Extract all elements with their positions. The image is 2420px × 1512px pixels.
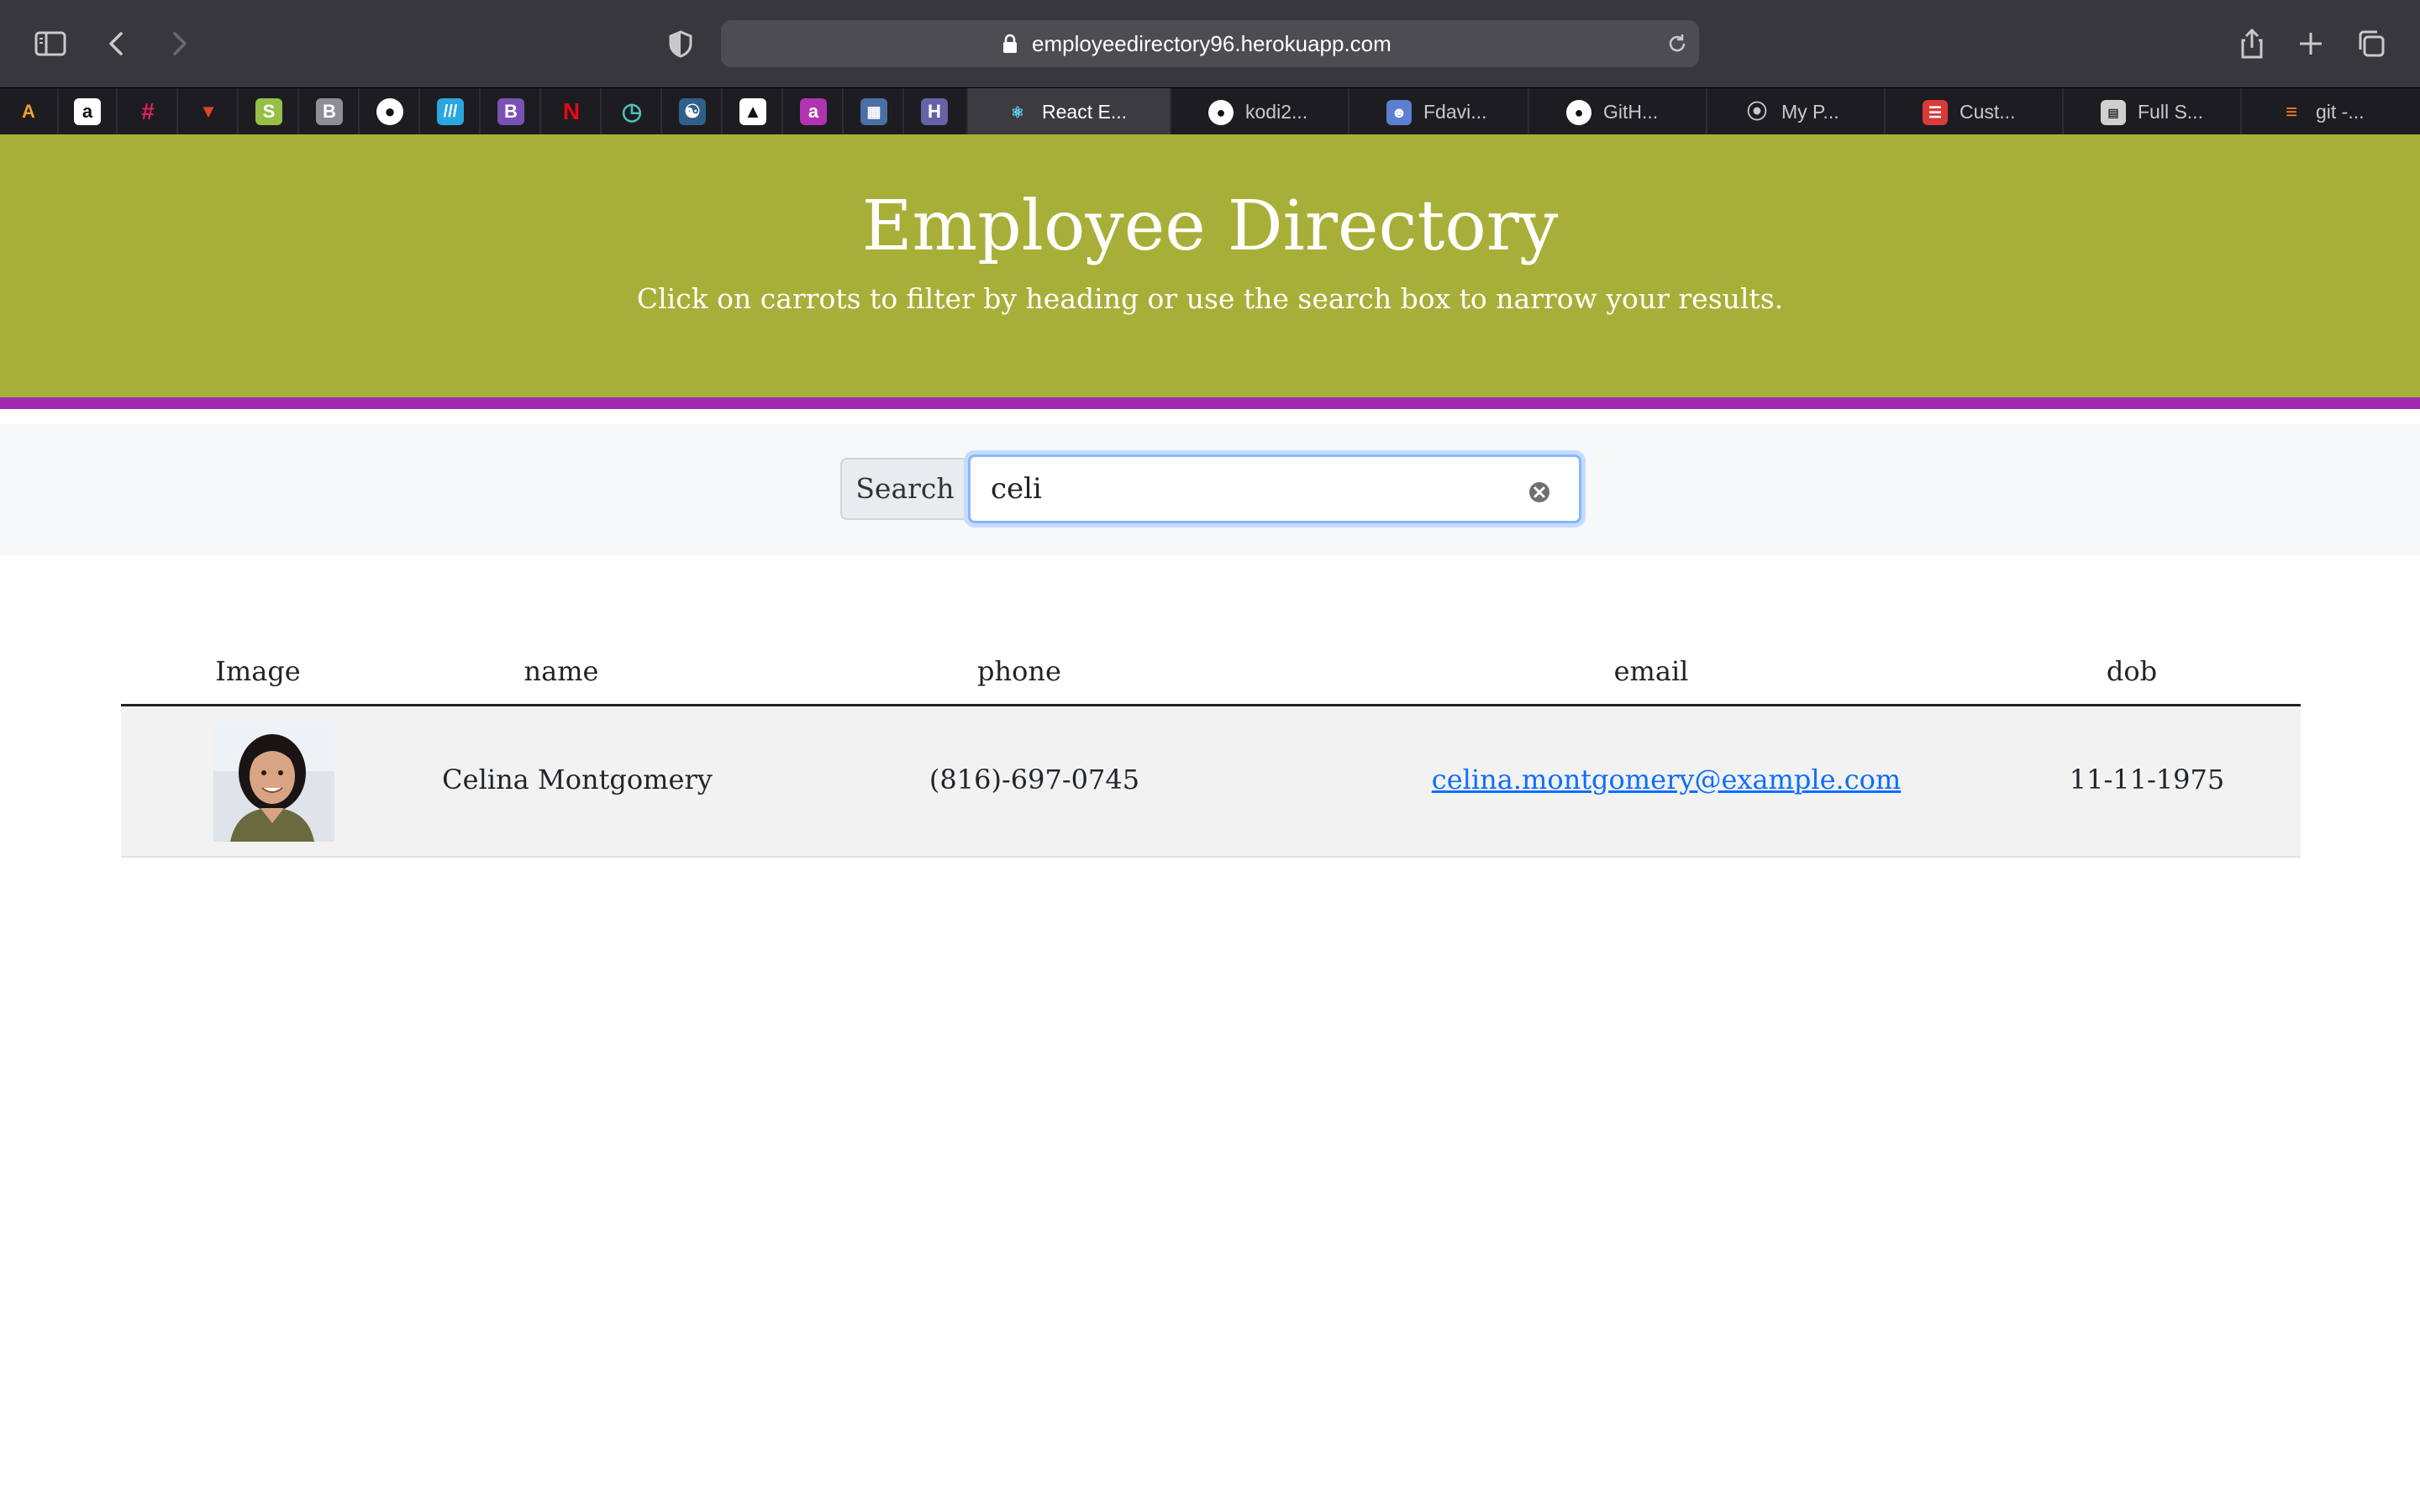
header-phone[interactable]: phone	[977, 655, 1061, 687]
form-icon: ☰	[1923, 100, 1948, 125]
tab-my-p[interactable]: ⦿ My P...	[1707, 88, 1886, 135]
lock-icon	[1003, 34, 1017, 53]
tab-label: Full S...	[2138, 101, 2203, 123]
tab-overview-icon[interactable]	[2353, 25, 2390, 62]
page-subtitle: Click on carrots to filter by heading or…	[636, 282, 1784, 315]
tab-label: git -...	[2316, 101, 2365, 123]
back-icon[interactable]	[99, 25, 136, 62]
compass-icon: ⦿	[1747, 101, 1767, 123]
pinned-tab-app[interactable]: a	[785, 88, 844, 135]
react-icon: ⚛	[1010, 104, 1025, 121]
forward-icon[interactable]	[160, 25, 197, 62]
clock-icon: ◷	[621, 98, 643, 124]
pinned-tab-github[interactable]: ●	[361, 88, 420, 135]
table-header: Image name phone email dob	[121, 638, 2301, 706]
grad-cap-icon: ▲	[739, 98, 766, 125]
pinned-tab-school[interactable]: ▲	[724, 88, 783, 135]
search-input[interactable]	[968, 454, 1581, 523]
tab-label: kodi2...	[1245, 101, 1308, 123]
pinned-tab-network[interactable]: ▦	[845, 88, 904, 135]
employee-phone: (816)-697-0745	[929, 764, 1140, 795]
tab-label: Cust...	[1960, 101, 2016, 123]
tab-fdavi[interactable]: ☻ Fdavi...	[1349, 88, 1529, 135]
table-row: Celina Montgomery (816)-697-0745 celina.…	[121, 706, 2301, 858]
sidebar-toggle-icon[interactable]	[32, 25, 69, 62]
slack-icon: #	[141, 98, 155, 124]
stackoverflow-icon: ≡	[2285, 101, 2297, 123]
network-icon: ▦	[860, 98, 887, 125]
github-icon: ●	[1208, 100, 1234, 125]
github-icon: ●	[1566, 100, 1591, 125]
tab-github[interactable]: ● GitH...	[1529, 88, 1707, 135]
employee-email: celina.montgomery@example.com	[1432, 764, 1901, 795]
search-label: Search	[840, 458, 970, 520]
employee-table: Image name phone email dob Celina Montgo…	[121, 638, 2301, 858]
b-icon: B	[316, 98, 343, 125]
tab-strip: A a # ▼ S B ● /// B N ◷ ☯ ▲ a ▦ H ⚛ Reac…	[0, 87, 2420, 135]
gitlab-icon: ▼	[199, 101, 218, 122]
search-bar: Search	[0, 424, 2420, 555]
heroku-icon: H	[921, 98, 948, 125]
privacy-shield-icon[interactable]	[662, 25, 699, 62]
clear-search-icon[interactable]	[1528, 480, 1551, 504]
pinned-tab-clock[interactable]: ◷	[603, 88, 662, 135]
tab-react-e[interactable]: ⚛ React E...	[968, 88, 1171, 135]
page-title: Employee Directory	[861, 186, 1559, 266]
pinned-tab-octopus[interactable]: ☯	[664, 88, 723, 135]
tab-label: React E...	[1042, 101, 1127, 123]
share-icon[interactable]	[2233, 25, 2270, 62]
pinned-tab-gitlab[interactable]: ▼	[180, 88, 239, 135]
pinned-tab-bootstrap[interactable]: B	[482, 88, 541, 135]
employee-name: Celina Montgomery	[442, 764, 713, 795]
reload-icon[interactable]	[1665, 32, 1689, 55]
header-email[interactable]: email	[1614, 655, 1689, 687]
github-icon: ●	[376, 98, 403, 125]
address-bar[interactable]: employeedirectory96.herokuapp.com	[721, 20, 1699, 67]
pinned-tab-stripes[interactable]: ///	[422, 88, 481, 135]
pinned-tab-slack[interactable]: #	[119, 88, 178, 135]
tab-label: Fdavi...	[1423, 101, 1487, 123]
page-header: Employee Directory Click on carrots to f…	[0, 134, 2420, 409]
avatar-icon: ☻	[1386, 100, 1412, 125]
pinned-tab-netflix[interactable]: N	[543, 88, 602, 135]
tab-git[interactable]: ≡ git -...	[2242, 88, 2420, 135]
header-name[interactable]: name	[524, 655, 599, 687]
bootstrap-icon: B	[497, 98, 524, 125]
bootcamp-icon: ▤	[2101, 100, 2126, 125]
tab-label: GitH...	[1603, 101, 1659, 123]
shopify-icon: S	[255, 98, 282, 125]
app-icon: a	[800, 98, 827, 125]
octopus-icon: ☯	[679, 98, 706, 125]
pinned-tab-amazon[interactable]: a	[59, 88, 118, 135]
tab-kodi2[interactable]: ● kodi2...	[1171, 88, 1349, 135]
new-tab-icon[interactable]	[2292, 25, 2329, 62]
employee-photo	[213, 721, 334, 842]
browser-toolbar: employeedirectory96.herokuapp.com	[0, 0, 2420, 87]
tab-cust[interactable]: ☰ Cust...	[1886, 88, 2064, 135]
employee-dob: 11-11-1975	[2069, 764, 2225, 795]
pinned-tab-aws[interactable]: A	[0, 88, 59, 135]
tab-label: My P...	[1781, 101, 1839, 123]
header-dob[interactable]: dob	[2107, 655, 2157, 687]
header-image[interactable]: Image	[215, 655, 300, 687]
netflix-icon: N	[562, 98, 581, 124]
email-link[interactable]: celina.montgomery@example.com	[1432, 764, 1901, 795]
pinned-tab-shopify[interactable]: S	[240, 88, 299, 135]
aws-icon: A	[22, 101, 35, 122]
pinned-tab-heroku[interactable]: H	[906, 88, 968, 135]
tab-full-s[interactable]: ▤ Full S...	[2064, 88, 2242, 135]
amazon-icon: a	[74, 98, 101, 125]
pinned-tab-b[interactable]: B	[301, 88, 360, 135]
url-text: employeedirectory96.herokuapp.com	[1032, 31, 1392, 56]
stripes-icon: ///	[437, 98, 464, 125]
